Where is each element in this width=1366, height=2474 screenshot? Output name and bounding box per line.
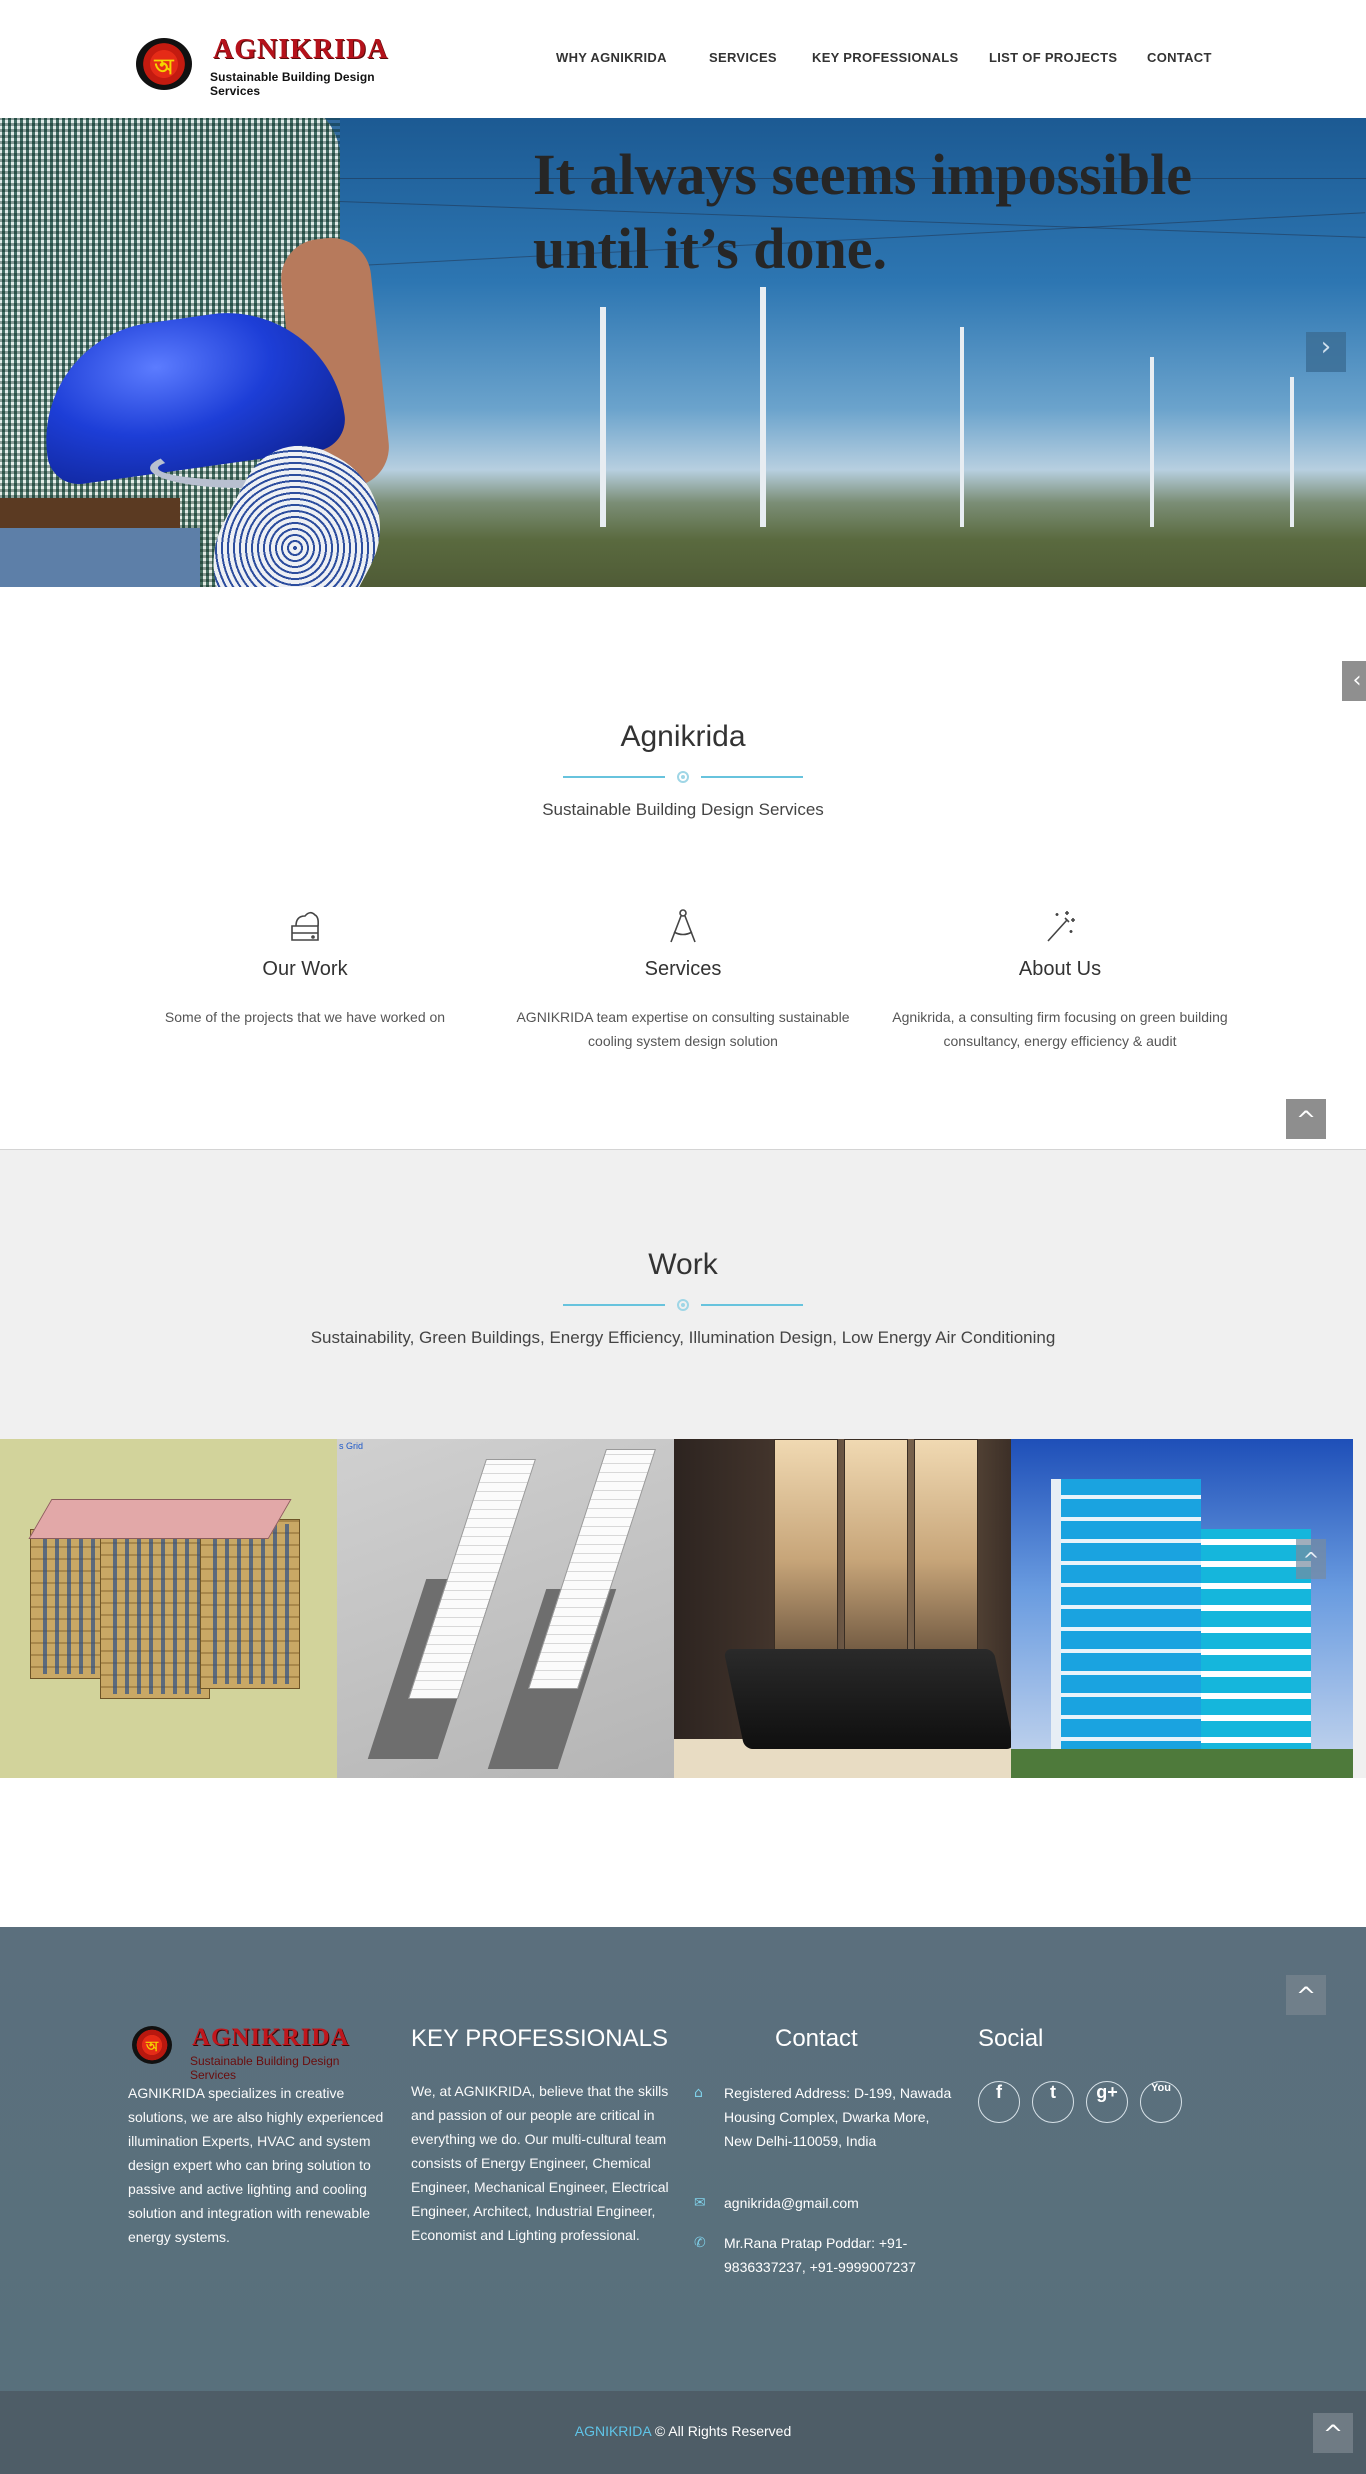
copyright-brand-link[interactable]: AGNIKRIDA (575, 2423, 651, 2439)
chevron-up-icon[interactable]: ‹ (1342, 661, 1366, 701)
site-logo[interactable]: অ AGNIKRIDA Sustainable Building Design … (136, 34, 396, 98)
pylon (1150, 357, 1154, 527)
feature-title: About Us (1018, 958, 1102, 980)
envelope-icon: ✉ (694, 2195, 706, 2211)
ground (1011, 1749, 1353, 1778)
footer-professionals: KEY PROFESSIONALS We, at AGNIKRIDA, beli… (411, 2025, 676, 2247)
building-roof (28, 1499, 292, 1539)
pylon (960, 327, 964, 527)
footer-about: AGNIKRIDA specializes in creative soluti… (128, 2081, 388, 2249)
feature-title: Services (644, 958, 722, 980)
contact-address-text: Registered Address: D-199, Nawada Housin… (724, 2085, 952, 2149)
facebook-icon[interactable]: f (978, 2081, 1020, 2123)
pylon (760, 287, 766, 527)
title-divider (563, 1299, 803, 1311)
wall-panel (914, 1439, 978, 1659)
site-header: অ AGNIKRIDA Sustainable Building Design … (0, 0, 1366, 118)
chevron-right-icon[interactable]: › (1306, 332, 1346, 372)
feature-text: Agnikrida, a consulting firm focusing on… (892, 1009, 1228, 1049)
worker-jeans (0, 528, 200, 587)
youtube-icon[interactable]: You (1140, 2081, 1182, 2123)
project-commercial-building[interactable] (1011, 1439, 1353, 1778)
footer-logo-tagline: Sustainable Building Design Services (190, 2054, 340, 2082)
nav-list-of-projects[interactable]: LIST OF PROJECTS (989, 50, 1117, 65)
building-block (200, 1519, 300, 1689)
hero-quote: It always seems impossible until it’s do… (533, 138, 1293, 286)
wall-panel (774, 1439, 838, 1659)
feature-title: Our Work (262, 958, 348, 980)
nav-key-professionals[interactable]: KEY PROFESSIONALS (812, 50, 958, 65)
work-title: Work (648, 1248, 718, 1281)
bed (723, 1649, 1011, 1749)
footer-contact-title: Contact (775, 2025, 858, 2052)
google-plus-icon[interactable]: g+ (1086, 2081, 1128, 2123)
nav-why-agnikrida[interactable]: WHY AGNIKRIDA (556, 50, 667, 65)
logo-title: AGNIKRIDA (213, 34, 389, 65)
pylon (1290, 377, 1294, 527)
logo-tagline: Sustainable Building Design Services (210, 70, 375, 98)
intro-title: Agnikrida (620, 720, 746, 753)
footer-professionals-text: We, at AGNIKRIDA, believe that the skill… (411, 2083, 669, 2243)
copyright-bar: AGNIKRIDA © All Rights Reserved ^ (0, 2391, 1366, 2474)
footer-professionals-title: KEY PROFESSIONALS (411, 2025, 668, 2052)
wall-panel (844, 1439, 908, 1659)
hero-quote-line-1: It always seems impossible (533, 142, 1192, 207)
footer-contact: Contact ⌂ Registered Address: D-199, Naw… (694, 2025, 954, 2325)
pylon (600, 307, 606, 527)
chevron-up-icon[interactable]: ^ (1296, 1539, 1326, 1579)
copyright-notice: © All Rights Reserved (650, 2423, 792, 2439)
work-section: Work Sustainability, Green Buildings, En… (0, 1149, 1366, 1439)
footer-about-text: AGNIKRIDA specializes in creative soluti… (128, 2085, 384, 2245)
feature-services[interactable]: Services AGNIKRIDA team expertise on con… (513, 908, 853, 1053)
archive-icon (291, 911, 319, 941)
worker-belt (0, 498, 180, 528)
site-footer: ^ অ AGNIKRIDA Sustainable Building Desig… (0, 1927, 1366, 2391)
title-divider (563, 771, 803, 783)
hero-quote-line-2: until it’s done. (533, 216, 887, 281)
twitter-icon[interactable]: t (1032, 2081, 1074, 2123)
building-tower (1051, 1479, 1201, 1759)
compass-icon (670, 909, 696, 943)
feature-about-us[interactable]: About Us Agnikrida, a consulting firm fo… (890, 908, 1230, 1053)
nav-services[interactable]: SERVICES (709, 50, 777, 65)
footer-logo-title: AGNIKRIDA (192, 2024, 350, 2051)
project-solar-study[interactable]: s Grid (337, 1439, 674, 1778)
contact-phone-text: Mr.Rana Pratap Poddar: +91-9836337237, +… (724, 2235, 916, 2275)
logo-mark-icon: অ (136, 38, 192, 90)
copyright-text: AGNIKRIDA © All Rights Reserved (0, 2423, 1366, 2439)
work-gallery: s Grid (0, 1439, 1366, 1778)
scroll-top-button[interactable]: ^ (1286, 1099, 1326, 1139)
tile-caption: s Grid (339, 1441, 364, 1451)
phone-icon: ✆ (694, 2235, 706, 2251)
nav-contact[interactable]: CONTACT (1147, 50, 1212, 65)
scroll-top-button[interactable]: ^ (1313, 2413, 1353, 2453)
project-bedroom-lighting[interactable] (674, 1439, 1011, 1778)
magic-wand-icon (1047, 911, 1075, 942)
footer-social: Social (978, 2025, 1238, 2053)
intro-subtitle: Sustainable Building Design Services (542, 800, 824, 819)
feature-text: Some of the projects that we have worked… (164, 1009, 446, 1025)
work-subtitle: Sustainability, Green Buildings, Energy … (310, 1328, 1056, 1347)
hero-slider: It always seems impossible until it’s do… (0, 118, 1366, 587)
contact-email-text[interactable]: agnikrida@gmail.com (724, 2191, 954, 2215)
project-building-model[interactable] (0, 1439, 337, 1778)
feature-text: AGNIKRIDA team expertise on consulting s… (516, 1009, 850, 1049)
scroll-top-button[interactable]: ^ (1286, 1975, 1326, 2015)
home-icon: ⌂ (694, 2085, 703, 2101)
feature-our-work[interactable]: Our Work Some of the projects that we ha… (135, 908, 475, 1029)
building-tower (1201, 1529, 1311, 1759)
logo-mark-icon: অ (132, 2026, 172, 2064)
footer-logo[interactable]: অ AGNIKRIDA Sustainable Building Design … (128, 2020, 368, 2082)
footer-social-title: Social (978, 2025, 1044, 2052)
